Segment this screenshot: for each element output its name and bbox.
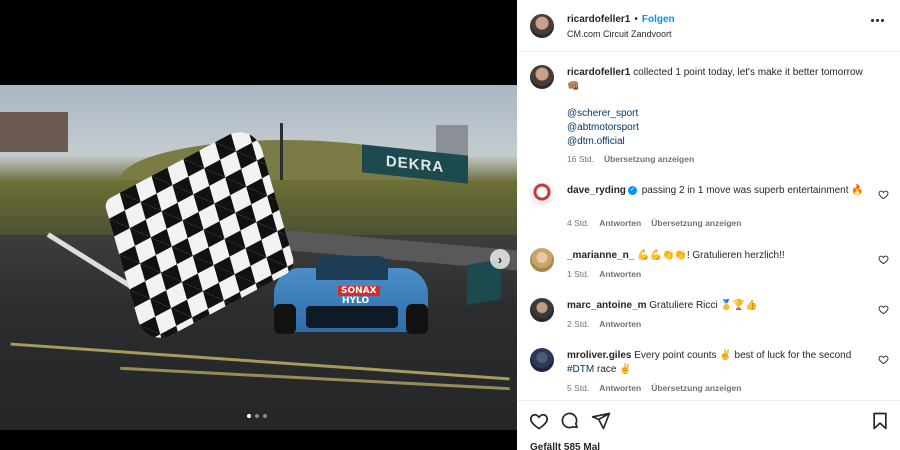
bookmark-icon[interactable] bbox=[870, 411, 890, 431]
photo-grandstand bbox=[0, 112, 68, 152]
caption-time: 16 Std. bbox=[567, 154, 594, 164]
comment-text: marc_antoine_m Gratuliere Ricci 🥇🏆👍 bbox=[567, 299, 867, 313]
comment-meta: 4 Std. Antworten Übersetzung anzeigen bbox=[567, 218, 741, 228]
comment-like-heart-icon[interactable] bbox=[878, 189, 889, 200]
chevron-right-icon: › bbox=[497, 251, 503, 267]
reply-link[interactable]: Antworten bbox=[599, 319, 641, 329]
translate-link[interactable]: Übersetzung anzeigen bbox=[651, 383, 741, 393]
comment-like-heart-icon[interactable] bbox=[878, 304, 889, 315]
author-username[interactable]: ricardofeller1 bbox=[567, 14, 630, 25]
comment-meta: 2 Std. Antworten bbox=[567, 319, 641, 329]
post-header bbox=[517, 0, 900, 52]
comment-time: 4 Std. bbox=[567, 218, 590, 228]
comment-icon[interactable] bbox=[560, 411, 580, 431]
comment-time: 2 Std. bbox=[567, 319, 590, 329]
caption-translate-link[interactable]: Übersetzung anzeigen bbox=[604, 154, 694, 164]
comment-time: 1 Std. bbox=[567, 269, 590, 279]
comment-meta: 5 Std. Antworten Übersetzung anzeigen bbox=[567, 383, 741, 393]
header-user-row: ricardofeller1 • Folgen bbox=[567, 14, 675, 25]
likes-count[interactable]: Gefällt 585 Mal bbox=[530, 442, 600, 450]
car-sponsor: SONAX bbox=[338, 286, 380, 296]
next-photo-button[interactable]: › bbox=[490, 249, 510, 269]
post-modal: DEKRA SONAX HYLO › ricardofeller1 • Folg… bbox=[0, 0, 900, 450]
comment-body: 💪💪👏👏! Gratulieren herzlich!! bbox=[637, 250, 785, 261]
mention-abt[interactable]: @abtmotorsport bbox=[567, 121, 639, 135]
mention-dtm[interactable]: @dtm.official bbox=[567, 135, 625, 149]
mention-scherer[interactable]: @scherer_sport bbox=[567, 107, 638, 121]
caption-avatar[interactable] bbox=[530, 65, 554, 89]
separator-dot: • bbox=[634, 14, 638, 25]
comment-body: Gratuliere Ricci 🥇🏆👍 bbox=[649, 300, 758, 311]
comment-avatar[interactable] bbox=[530, 248, 554, 272]
comment-username[interactable]: dave_ryding bbox=[567, 185, 626, 196]
race-car: SONAX HYLO bbox=[274, 256, 428, 336]
car-wheel bbox=[274, 304, 296, 334]
reply-link[interactable]: Antworten bbox=[599, 218, 641, 228]
comment-avatar[interactable] bbox=[530, 182, 554, 206]
more-dot bbox=[876, 19, 879, 22]
more-dot bbox=[881, 19, 884, 22]
comment-avatar[interactable] bbox=[530, 348, 554, 372]
caption-text: ricardofeller1 collected 1 point today, … bbox=[567, 66, 867, 94]
share-icon[interactable] bbox=[591, 411, 611, 431]
comment-text: mroliver.giles Every point counts ✌️ bes… bbox=[567, 349, 867, 377]
car-roof bbox=[316, 256, 388, 280]
caption-meta: 16 Std. Übersetzung anzeigen bbox=[567, 154, 694, 164]
car-wheel bbox=[406, 304, 428, 334]
comment-like-heart-icon[interactable] bbox=[878, 254, 889, 265]
reply-link[interactable]: Antworten bbox=[599, 383, 641, 393]
comment-body: Every point counts ✌️ best of luck for t… bbox=[634, 350, 852, 361]
carousel-dots bbox=[247, 414, 267, 418]
car-grill bbox=[306, 306, 398, 328]
comment-meta: 1 Std. Antworten bbox=[567, 269, 641, 279]
comment-username[interactable]: mroliver.giles bbox=[567, 350, 631, 361]
carousel-dot bbox=[255, 414, 259, 418]
comment-time: 5 Std. bbox=[567, 383, 590, 393]
comment-text: dave_ryding ✓ passing 2 in 1 move was sup… bbox=[567, 184, 867, 198]
carousel-dot-active bbox=[247, 414, 251, 418]
comment-text: _marianne_n_ 💪💪👏👏! Gratulieren herzlich!… bbox=[567, 249, 867, 263]
translate-link[interactable]: Übersetzung anzeigen bbox=[651, 218, 741, 228]
comment-username[interactable]: marc_antoine_m bbox=[567, 300, 646, 311]
post-location[interactable]: CM.com Circuit Zandvoort bbox=[567, 27, 672, 41]
author-avatar[interactable] bbox=[530, 14, 554, 38]
carousel-dot bbox=[263, 414, 267, 418]
hashtag-link[interactable]: #DTM bbox=[567, 364, 594, 375]
heart-icon[interactable] bbox=[529, 411, 549, 431]
comment-username[interactable]: _marianne_n_ bbox=[567, 250, 634, 261]
caption-username[interactable]: ricardofeller1 bbox=[567, 67, 630, 78]
comment-body-end: race ✌️ bbox=[597, 364, 632, 375]
comment-body: passing 2 in 1 move was superb entertain… bbox=[641, 185, 864, 196]
car-logo: HYLO bbox=[342, 296, 370, 306]
more-dot bbox=[871, 19, 874, 22]
more-options-icon[interactable] bbox=[871, 19, 884, 22]
reply-link[interactable]: Antworten bbox=[599, 269, 641, 279]
comment-avatar[interactable] bbox=[530, 298, 554, 322]
media-column: DEKRA SONAX HYLO › bbox=[0, 0, 517, 450]
verified-badge-icon: ✓ bbox=[627, 185, 637, 195]
follow-button[interactable]: Folgen bbox=[642, 14, 675, 25]
comment-like-heart-icon[interactable] bbox=[878, 354, 889, 365]
